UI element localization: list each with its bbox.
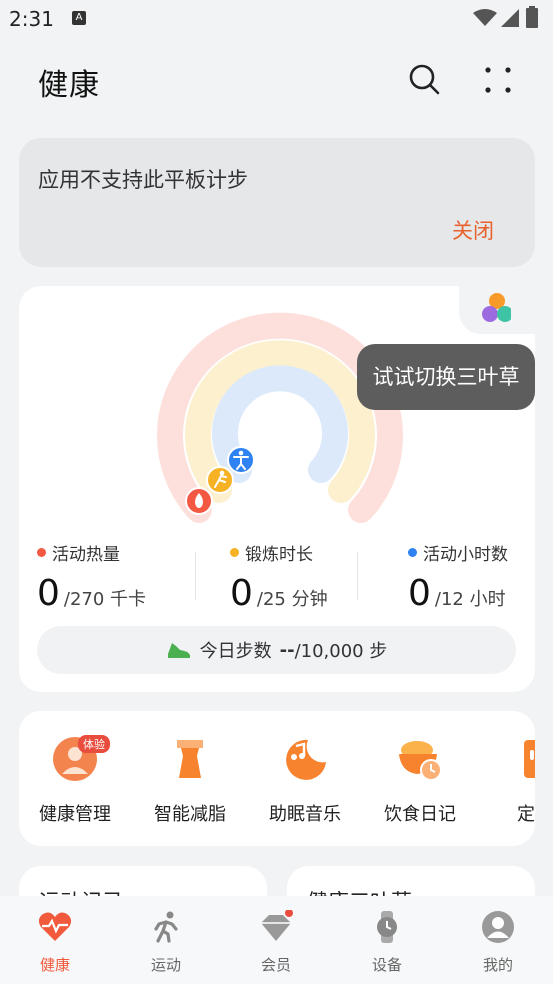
calories-marker-icon [185,487,213,515]
feature-custom-plan[interactable]: 定制 [480,736,535,826]
metric-calories: 活动热量 0/270 千卡 [37,540,146,614]
watch-icon [377,911,397,943]
nav-health[interactable]: 健康 [15,910,95,975]
calories-dot [37,548,46,557]
metric-value: 0 [37,573,60,614]
divider [357,552,358,600]
search-icon[interactable] [407,62,441,96]
steps-target: /10,000 步 [294,641,388,662]
metric-value: 0 [230,573,253,614]
banner-close-button[interactable]: 关闭 [452,215,494,245]
banner-text: 应用不支持此平板计步 [38,168,248,192]
metric-target: /25 分钟 [256,589,328,610]
metric-target: /12 小时 [434,589,506,610]
fat-loss-icon [177,740,203,778]
nav-label: 运动 [150,956,181,974]
steps-value: -- [279,639,295,661]
three-leaf-tooltip: 试试切换三叶草 [357,344,535,410]
feature-health-manage[interactable]: 健康管理 [20,736,130,826]
three-leaf-switch-icon[interactable] [461,290,511,330]
status-bar: 2:31 A [0,0,553,38]
battery-icon [526,6,538,28]
unsupported-banner: 应用不支持此平板计步 关闭 [19,138,535,267]
diet-diary-icon [399,741,442,781]
trial-badge: 体验 [78,735,110,753]
metric-label: 锻炼时长 [245,545,313,565]
metric-exercise: 锻炼时长 0/25 分钟 [230,540,328,614]
signal-icon [501,9,519,27]
feature-shortcuts-card: 健康管理 体验 智能减脂 助眠音乐 饮食日记 定制 [19,711,535,846]
nav-me[interactable]: 我的 [458,910,538,975]
nav-label: 健康 [39,956,70,974]
running-icon [154,911,178,943]
nav-device[interactable]: 设备 [347,910,427,975]
feature-label: 饮食日记 [384,804,456,825]
nav-member[interactable]: 会员 [236,909,316,975]
nav-label: 我的 [482,956,513,974]
heart-pulse-icon [38,912,72,941]
metric-active-hours: 活动小时数 0/12 小时 [408,540,508,614]
metric-label: 活动热量 [52,545,120,565]
nav-label: 会员 [260,956,291,974]
feature-fat-loss[interactable]: 智能减脂 [135,736,245,826]
exercise-dot [230,548,239,557]
nav-exercise[interactable]: 运动 [126,910,206,975]
bottom-nav: 健康 运动 会员 设备 我的 [0,896,553,984]
avatar-icon [482,911,514,943]
wifi-icon [473,9,497,26]
feature-label: 智能减脂 [154,804,226,825]
sleep-music-icon [286,739,326,780]
active-hours-dot [408,548,417,557]
notification-a-icon: A [72,11,86,25]
feature-sleep-music[interactable]: 助眠音乐 [250,736,360,826]
activity-rings[interactable] [155,304,405,554]
metric-value: 0 [408,573,431,614]
steps-pill[interactable]: 今日步数 --/10,000 步 [37,626,516,674]
feature-diet-diary[interactable]: 饮食日记 [365,736,475,826]
feature-label: 健康管理 [39,804,111,825]
metric-target: /270 千卡 [63,589,147,610]
nav-label: 设备 [371,956,402,974]
exercise-marker-icon [206,466,234,494]
shoe-icon [167,643,190,658]
metric-label: 活动小时数 [423,545,508,565]
feature-label: 定制 [517,804,535,825]
more-grid-icon[interactable] [482,64,514,96]
divider [195,552,196,600]
feature-label: 助眠音乐 [269,804,341,825]
status-time: 2:31 [9,7,54,31]
active-hours-marker-icon [227,446,255,474]
diamond-icon [261,909,293,941]
custom-plan-icon [524,740,535,778]
page-title: 健康 [38,68,100,103]
steps-label: 今日步数 [199,641,272,662]
